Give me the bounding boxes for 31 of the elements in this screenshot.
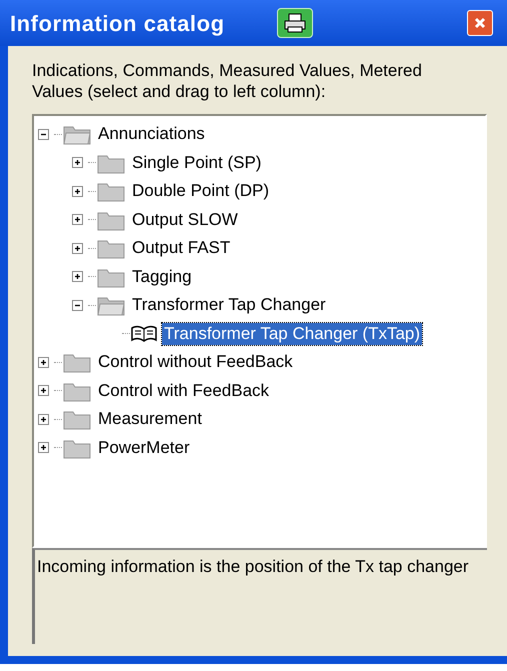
tree-folder-item[interactable]: Single Point (SP) (130, 152, 264, 174)
expand-icon[interactable] (72, 186, 83, 197)
expand-icon[interactable] (72, 214, 83, 226)
tree-folder-item[interactable]: Measurement (96, 408, 204, 430)
print-button[interactable] (276, 8, 313, 38)
collapse-icon[interactable] (72, 300, 83, 311)
book-icon (130, 324, 158, 343)
instruction-text: Indications, Commands, Measured Values, Metered Values (select and drag to left column): (32, 60, 423, 102)
expand-icon[interactable] (38, 356, 49, 368)
printer-icon (282, 13, 307, 33)
tree-folder-item[interactable]: Control with FeedBack (96, 380, 272, 402)
tree-folder-item[interactable]: Tagging (130, 266, 194, 288)
tree-leaf-item[interactable]: Transformer Tap Changer (TxTap) (162, 322, 422, 345)
close-icon (474, 17, 486, 29)
tree-folder-item[interactable]: Double Point (DP) (130, 180, 272, 202)
collapse-icon[interactable] (38, 128, 49, 140)
description-text: Incoming information is the position of the Tx tap changer (32, 548, 487, 644)
tree-folder-item[interactable]: Transformer Tap Changer (130, 294, 328, 316)
tree-folder-item[interactable]: Control without FeedBack (96, 351, 295, 374)
window-title: Information catalog (10, 10, 225, 38)
expand-icon[interactable] (72, 242, 83, 254)
tree-folder-item[interactable]: Annunciations (96, 123, 207, 146)
tree-folder-item[interactable]: Output FAST (130, 237, 232, 260)
tree-folder-item[interactable]: PowerMeter (96, 436, 192, 459)
tree-folder-item[interactable]: Output SLOW (130, 208, 240, 231)
expand-icon[interactable] (38, 414, 49, 425)
expand-icon[interactable] (38, 385, 49, 396)
close-button[interactable] (467, 10, 493, 36)
expand-icon[interactable] (38, 442, 49, 454)
expand-icon[interactable] (72, 157, 83, 168)
expand-icon[interactable] (72, 271, 83, 282)
